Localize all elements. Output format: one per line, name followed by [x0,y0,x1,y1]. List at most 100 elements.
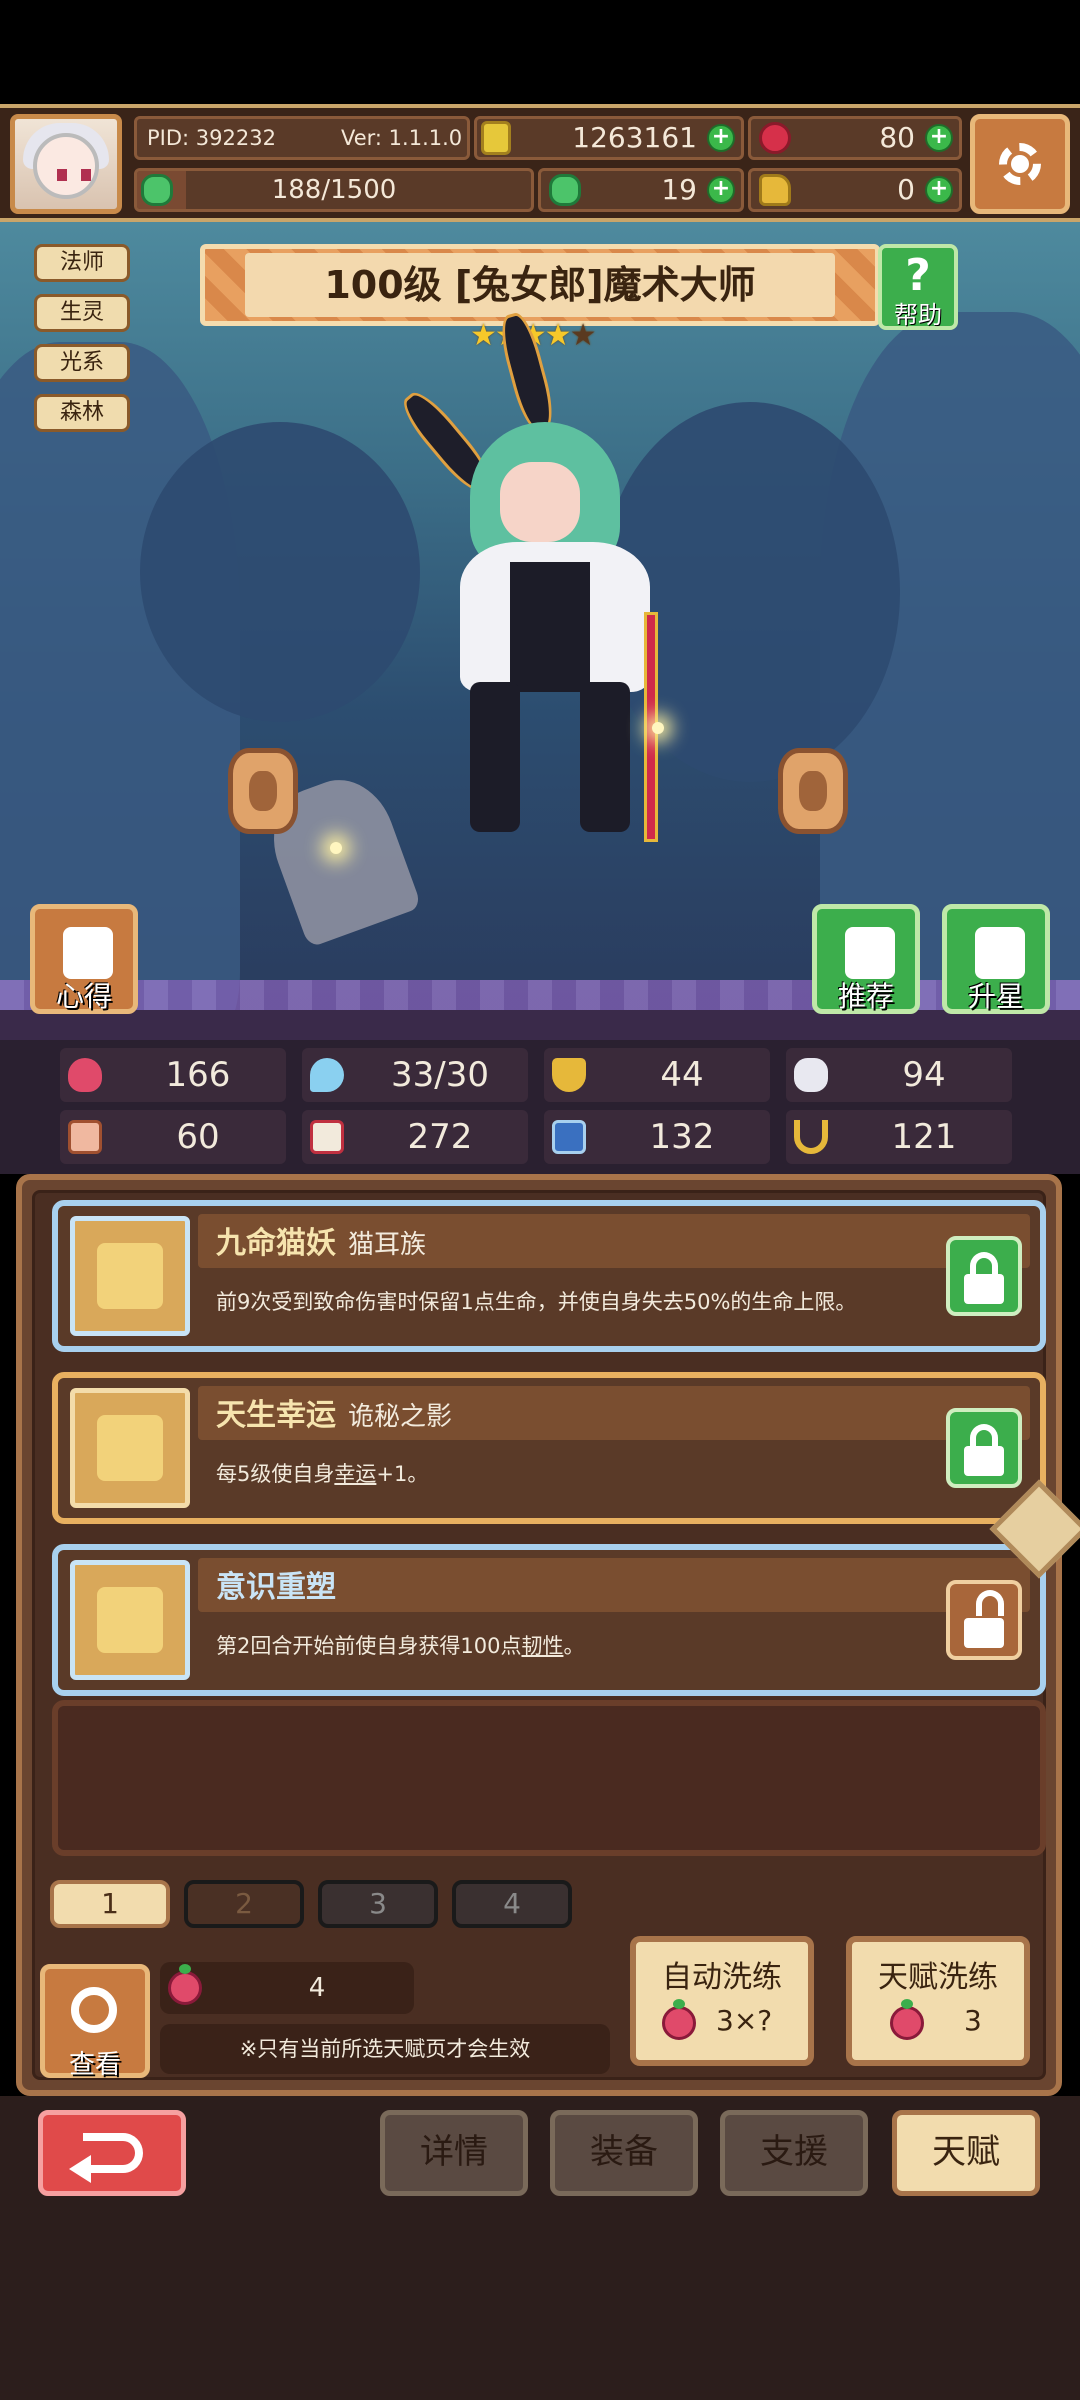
lock-body [964,1274,1004,1304]
insight-button[interactable]: 心得 [30,904,138,1014]
bunny-ear [495,309,559,435]
page-tab-4[interactable]: 4 [452,1880,572,1928]
talent-slot-1[interactable]: 九命猫妖 猫耳族 前9次受到致命伤害时保留1点生命，并使自身失去50%的生命上限。 [52,1200,1046,1352]
nav-tab-talent[interactable]: 天赋 [892,2110,1040,2196]
thumbs-up-icon [845,927,895,979]
talent-slot-2[interactable]: 天生幸运 诡秘之影 每5级使自身幸运+1。 [52,1372,1046,1524]
settings-button[interactable] [970,114,1070,214]
stat-speed-value: 94 [902,1055,946,1095]
insight-label: 心得 [55,980,112,1013]
stat-resistance-value: 132 [649,1117,715,1157]
stat-mana-value: 33/30 [391,1055,489,1095]
talent-name: 意识重塑 [216,1562,336,1606]
lock-body [964,1618,1004,1648]
tag-class: 法师 [34,244,130,282]
pid-bar: PID: 392232 Ver: 1.1.1.0 [134,116,470,160]
ruby-icon [759,122,791,154]
talent-icon-box [70,1216,190,1336]
talent-desc: 每5级使自身幸运+1。 [216,1458,428,1488]
unlock-button[interactable] [946,1580,1022,1660]
add-bag-icon[interactable]: + [925,176,953,204]
status-bar [0,0,1080,104]
view-button[interactable]: 查看 [40,1964,150,2080]
add-ruby-icon[interactable]: + [925,124,953,152]
left-arrow-icon [249,771,277,811]
ruby-value: 80 [879,121,915,154]
ruby-bar: 80 + [748,116,962,160]
right-arrow-icon [799,771,827,811]
fist-icon [68,1120,102,1154]
talent-slot-3[interactable]: 意识重塑 第2回合开始前使自身获得100点韧性。 [52,1544,1046,1696]
scroll-shield-icon [552,1120,586,1154]
gold-coin-icon [481,121,511,155]
page-tab-1[interactable]: 1 [50,1880,170,1928]
stat-hp-value: 166 [165,1055,231,1095]
help-button[interactable]: ? 帮助 [878,244,958,330]
character-scene: 法师 生灵 光系 森林 100级 [兔女郎]魔术大师 ★★★★★ ? 帮助 心得… [0,222,1080,1040]
auto-reroll-cost: 3×? [716,2004,773,2037]
bag-icon [759,174,791,206]
talent-page-tabs: 1 2 3 4 [14,1880,1064,1930]
unlock-icon [976,1590,1004,1616]
talent-icon-box [70,1388,190,1508]
prev-character-button[interactable] [228,748,298,834]
stat-magic: 272 [302,1110,528,1164]
gold-bar: 1263161 + [474,116,744,160]
back-button[interactable] [38,2110,186,2196]
question-icon: ? [905,250,931,301]
star-badge-icon [975,927,1025,979]
stat-magic-value: 272 [407,1117,473,1157]
gear-center [1011,155,1029,173]
talent-desc-text: 第2回合开始前使自身获得100点 [216,1634,522,1658]
lock-body [964,1446,1004,1476]
page-tab-2[interactable]: 2 [184,1880,304,1928]
sparkle [330,842,342,854]
auto-reroll-button[interactable]: 自动洗练 3×? [630,1936,814,2066]
talent-desc-text: +1。 [376,1462,429,1486]
recommend-button[interactable]: 推荐 [812,904,920,1014]
active-page-note: ※只有当前所选天赋页才会生效 [160,2024,610,2074]
stat-mana: 33/30 [302,1048,528,1102]
cat-icon [97,1243,163,1309]
auto-reroll-label: 自动洗练 [662,1960,782,1995]
character-leg [580,682,630,832]
recommend-label: 推荐 [837,980,894,1013]
character-body [510,562,590,692]
add-gold-icon[interactable]: + [707,124,735,152]
fruit-icon [662,1999,696,2040]
luck-link[interactable]: 幸运 [334,1462,376,1486]
clover-value: 19 [661,173,697,206]
nav-tab-details[interactable]: 详情 [380,2110,528,2196]
talent-icon-box [70,1560,190,1680]
toughness-link[interactable]: 韧性 [521,1634,563,1658]
nav-tab-support[interactable]: 支援 [720,2110,868,2196]
return-arrow-head [69,2155,91,2183]
energy-bar: 188/1500 [134,168,534,212]
talent-name-text: 天生幸运 [216,1398,336,1433]
add-clover-icon[interactable]: + [707,176,735,204]
upstar-button[interactable]: 升星 [942,904,1050,1014]
nav-tab-equipment[interactable]: 装备 [550,2110,698,2196]
tag-race: 生灵 [34,294,130,332]
avatar[interactable] [10,114,122,214]
empty-talent-slot [52,1700,1046,1856]
talent-name-text: 意识重塑 [216,1570,336,1605]
fruit-icon [168,1964,202,2005]
lock-button[interactable] [946,1408,1022,1488]
talent-name-text: 九命猫妖 [216,1226,336,1261]
character-sprite [395,309,690,852]
talent-desc: 前9次受到致命伤害时保留1点生命，并使自身失去50%的生命上限。 [216,1290,857,1314]
character-leg [470,682,520,832]
next-character-button[interactable] [778,748,848,834]
sparkle [652,722,664,734]
bag-bar: 0 + [748,168,962,212]
lock-button[interactable] [946,1236,1022,1316]
avatar-eye [57,169,67,181]
view-label: 查看 [68,2050,121,2080]
horseshoe-icon [794,1120,828,1154]
talent-subtitle: 猫耳族 [348,1230,427,1260]
book-icon [310,1120,344,1154]
talent-reroll-cost: 3 [964,2004,982,2037]
talent-reroll-button[interactable]: 天赋洗练 3 [846,1936,1030,2066]
page-tab-3[interactable]: 3 [318,1880,438,1928]
